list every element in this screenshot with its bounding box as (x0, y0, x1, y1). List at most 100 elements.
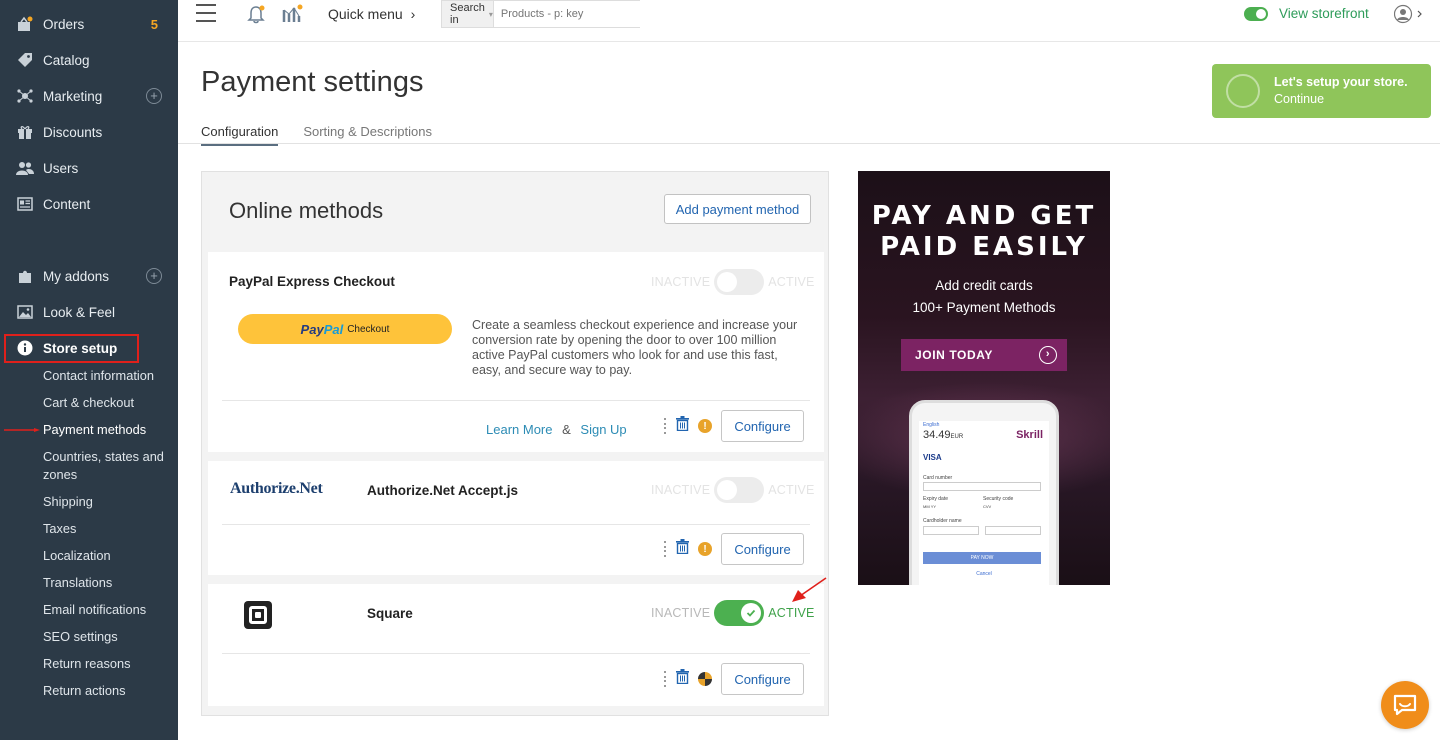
analytics-icon[interactable] (282, 4, 304, 29)
configure-button[interactable]: Configure (721, 410, 804, 442)
status-toggle[interactable] (714, 600, 765, 626)
phone-cvv: CVV (983, 504, 992, 509)
ad-sub-line2: 100+ Payment Methods (912, 300, 1056, 315)
orders-icon (16, 15, 34, 33)
phone-holder-label: Cardholder name (923, 518, 962, 524)
search-bar: Search in ▾ (441, 0, 643, 28)
trash-icon[interactable] (676, 669, 689, 689)
submenu-email-notifications[interactable]: Email notifications (43, 601, 168, 619)
submenu-translations[interactable]: Translations (43, 574, 168, 592)
learn-more-link[interactable]: Learn More (486, 422, 552, 437)
status-toggle-group: INACTIVE ACTIVE (651, 269, 815, 295)
sidebar-item-label: Content (43, 196, 91, 212)
phone-cancel-link: Cancel (976, 571, 992, 577)
sidebar-item-label: Orders (43, 16, 85, 32)
chat-support-button[interactable] (1381, 681, 1429, 729)
sidebar-item-my-addons[interactable]: My addons + (0, 262, 178, 290)
tag-icon (16, 51, 34, 69)
phone-pay-now-button: PAY NOW (923, 552, 1041, 564)
tabs-divider (178, 143, 1440, 144)
notification-bell-icon[interactable] (246, 4, 266, 29)
search-in-label: Search in (450, 2, 485, 26)
phone-holder-field (923, 526, 979, 535)
payment-method-card-authorize-net: Authorize.Net Authorize.Net Accept.js IN… (208, 461, 824, 575)
add-addon-icon[interactable]: + (146, 268, 162, 284)
online-methods-panel: Online methods Add payment method PayPal… (201, 171, 829, 716)
quick-menu-button[interactable]: Quick menu › (328, 6, 415, 22)
payment-method-name: Authorize.Net Accept.js (367, 483, 519, 498)
sidebar-item-orders[interactable]: Orders 5 (0, 10, 178, 38)
join-today-button[interactable]: JOIN TODAY › (901, 339, 1067, 371)
phone-expiry-label: Expiry date (923, 496, 949, 502)
configure-button[interactable]: Configure (721, 663, 804, 695)
user-avatar-icon[interactable] (1393, 4, 1424, 29)
search-scope-dropdown[interactable]: Search in ▾ (442, 1, 494, 27)
sidebar-item-look-and-feel[interactable]: Look & Feel (0, 298, 178, 326)
status-indicator-icon[interactable] (698, 672, 712, 686)
paypal-checkout-button[interactable]: Pay Pal Checkout (238, 314, 452, 344)
links-separator: & (562, 422, 571, 437)
view-storefront-link[interactable]: View storefront (1244, 6, 1369, 21)
annotation-arrow-icon (792, 577, 827, 602)
sidebar-item-marketing[interactable]: Marketing + (0, 82, 178, 110)
inactive-label: INACTIVE (651, 275, 711, 289)
users-icon (16, 159, 34, 177)
sidebar-item-label: Look & Feel (43, 304, 116, 320)
sidebar-item-discounts[interactable]: Discounts (0, 118, 178, 146)
submenu-contact-information[interactable]: Contact information (43, 367, 168, 385)
submenu-countries-states-zones[interactable]: Countries, states and zones (43, 448, 168, 484)
paypal-logo-pal: Pal (323, 321, 344, 337)
arrow-right-icon: › (1039, 346, 1057, 364)
configure-button[interactable]: Configure (721, 533, 804, 565)
submenu-payment-methods[interactable]: Payment methods (43, 421, 168, 439)
gift-icon (16, 123, 34, 141)
submenu-localization[interactable]: Localization (43, 547, 168, 565)
content-icon (16, 195, 34, 213)
warning-icon[interactable]: ! (698, 419, 712, 433)
submenu-shipping[interactable]: Shipping (43, 493, 168, 511)
trash-icon[interactable] (676, 416, 689, 436)
drag-handle-icon[interactable] (664, 541, 667, 557)
phone-screen: English 34.49EUR Skrill VISA Card number… (919, 421, 1049, 585)
card-actions: Configure (664, 663, 804, 695)
submenu-cart-checkout[interactable]: Cart & checkout (43, 394, 168, 412)
trash-icon[interactable] (676, 539, 689, 559)
sidebar-item-label: My addons (43, 268, 110, 284)
payment-method-card-square: Square INACTIVE ACTIVE Configure (208, 584, 824, 706)
drag-handle-icon[interactable] (664, 671, 667, 687)
ad-headline: PAY AND GET PAID EASILY (858, 201, 1110, 263)
hamburger-menu-icon[interactable] (196, 4, 216, 22)
sidebar-item-catalog[interactable]: Catalog (0, 46, 178, 74)
annotation-arrow-icon (4, 428, 40, 432)
drag-handle-icon[interactable] (664, 418, 667, 434)
skrill-ad-banner[interactable]: PAY AND GET PAID EASILY Add credit cards… (858, 171, 1110, 585)
active-label: ACTIVE (768, 275, 815, 289)
paypal-logo-pay: Pay (300, 321, 324, 337)
sidebar-item-users[interactable]: Users (0, 154, 178, 182)
sign-up-link[interactable]: Sign Up (580, 422, 626, 437)
status-toggle[interactable] (714, 477, 765, 503)
submenu-return-actions[interactable]: Return actions (43, 682, 168, 700)
marketing-icon (16, 87, 34, 105)
setup-store-banner[interactable]: Let's setup your store. Continue (1212, 64, 1431, 118)
payment-method-name: Square (367, 606, 413, 621)
puzzle-icon (16, 267, 34, 285)
ad-subtext: Add credit cards 100+ Payment Methods (858, 275, 1110, 319)
submenu-seo-settings[interactable]: SEO settings (43, 628, 168, 646)
phone-card-logos: VISA (923, 453, 942, 462)
payment-method-card-paypal: PayPal Express Checkout INACTIVE ACTIVE … (208, 252, 824, 452)
card-divider (222, 400, 810, 401)
setup-banner-continue: Continue (1274, 92, 1325, 106)
add-marketing-icon[interactable]: + (146, 88, 162, 104)
search-input[interactable] (493, 1, 643, 27)
toggle-knob (717, 272, 738, 292)
submenu-taxes[interactable]: Taxes (43, 520, 168, 538)
warning-icon[interactable]: ! (698, 542, 712, 556)
ad-headline-line2: PAID EASILY (880, 232, 1088, 262)
square-logo-icon (244, 601, 272, 629)
sidebar-item-content[interactable]: Content (0, 190, 178, 218)
orders-count-badge: 5 (150, 16, 158, 32)
submenu-return-reasons[interactable]: Return reasons (43, 655, 168, 673)
status-toggle[interactable] (714, 269, 765, 295)
add-payment-method-button[interactable]: Add payment method (664, 194, 811, 224)
